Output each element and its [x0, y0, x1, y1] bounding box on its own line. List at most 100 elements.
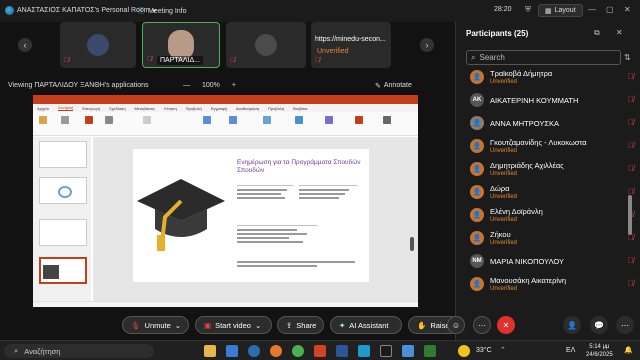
weather-icon: [458, 345, 470, 357]
language-indicator[interactable]: ΕΛ: [566, 347, 575, 354]
meeting-timer: 28:20: [494, 6, 512, 13]
participant-video-4[interactable]: https://minedu-secon... Unverified 🎙̸: [311, 22, 391, 68]
avatar: 👤: [470, 208, 484, 222]
app-icon[interactable]: [402, 345, 414, 357]
share-button[interactable]: ⇪ Share: [277, 316, 324, 334]
participants-icon[interactable]: 👤: [563, 316, 581, 334]
firefox-icon[interactable]: [270, 345, 282, 357]
muted-icon: 🎙̸: [628, 72, 634, 81]
unverified-label: Unverified: [490, 79, 518, 85]
powerpoint-icon[interactable]: [314, 345, 326, 357]
zoom-level: 100%: [202, 82, 220, 89]
previous-arrow-icon[interactable]: ‹: [18, 38, 32, 52]
reactions-icon[interactable]: ☺: [447, 316, 465, 334]
popout-icon[interactable]: ⧉: [594, 28, 600, 38]
participant-name: ΑΙΚΑΤΕΡΙΝΗ ΚΟΥΜΜΑΤΗ: [490, 96, 579, 105]
participants-scrollbar[interactable]: [628, 195, 632, 235]
weather-temp: 33°C: [476, 347, 492, 354]
participant-row[interactable]: 👤 ΑΝΝΑ ΜΗΤΡΟΥΣΚΑ 🎙̸: [470, 114, 634, 134]
participant-row[interactable]: 👤 Δημητριάδης Αχιλλέας Unverified 🎙̸: [470, 160, 634, 180]
participant-name: Τραϊκοβά Δήμητρα: [490, 69, 553, 78]
avatar: 👤: [470, 277, 484, 291]
participant-row[interactable]: 👤 Τραϊκοβά Δήμητρα Unverified 🎙̸: [470, 68, 634, 88]
meeting-info-button[interactable]: ⓘ Meeting Info: [138, 6, 187, 16]
participant-row[interactable]: ΑΚ ΑΙΚΑΤΕΡΙΝΗ ΚΟΥΜΜΑΤΗ 🎙̸: [470, 91, 634, 111]
participant-row[interactable]: 👤 Ζήκου Unverified 🎙̸: [470, 229, 634, 249]
webex-icon[interactable]: [358, 345, 370, 357]
start-video-button[interactable]: ▣ Start video ⌄: [195, 316, 272, 334]
store-icon[interactable]: [226, 345, 238, 357]
more-options-icon[interactable]: ···: [473, 316, 491, 334]
muted-icon: 🎙̸: [64, 57, 70, 64]
app-icon[interactable]: [380, 345, 392, 357]
slide-thumbnail[interactable]: [39, 219, 87, 246]
maximize-icon[interactable]: ▢: [606, 5, 614, 14]
slide-scrollbar[interactable]: [410, 237, 414, 251]
slide-thumbnail[interactable]: [39, 177, 87, 204]
close-icon[interactable]: ✕: [624, 5, 631, 14]
participant-row[interactable]: 👤 Γκουτζαμανίδης - Λυκοκωστα Unverified 🎙̸: [470, 137, 634, 157]
taskbar-search[interactable]: ⌕ Αναζήτηση: [4, 344, 154, 358]
edge-icon[interactable]: [248, 345, 260, 357]
participant-video-3[interactable]: 🎙̸: [226, 22, 306, 68]
more-panels-icon[interactable]: ⋯: [616, 316, 634, 334]
close-icon[interactable]: ✕: [616, 28, 623, 37]
participants-panel: Participants (25) ⧉ ✕ ⌕ Search ⇅ 👤 Τραϊκο…: [455, 22, 640, 360]
avatar: 👤: [470, 162, 484, 176]
slide-thumbnail[interactable]: [39, 141, 87, 168]
avatar: 👤: [470, 185, 484, 199]
current-slide: Ενημέρωση για τα Προγράμματα Σπουδών Σπο…: [133, 149, 369, 282]
ai-assistant-icon: ✦: [339, 320, 346, 330]
file-explorer-icon[interactable]: [204, 345, 216, 357]
chrome-icon[interactable]: [292, 345, 304, 357]
taskbar-clock[interactable]: 5:14 μμ 24/6/2025: [586, 343, 613, 359]
tray-chevron-icon[interactable]: ⌃: [500, 346, 506, 354]
participant-video-1[interactable]: 🎙̸: [60, 22, 136, 68]
zoom-in-button[interactable]: +: [232, 82, 236, 89]
pencil-icon: ✎: [375, 83, 381, 90]
annotate-label: Annotate: [383, 82, 412, 89]
video-person: [87, 34, 109, 56]
windows-taskbar: ⌕ Αναζήτηση 33°C ⌃ ΕΛ 5:14 μμ 24/6/2025 …: [0, 340, 640, 360]
next-arrow-icon[interactable]: ›: [420, 38, 434, 52]
avatar: 👤: [470, 116, 484, 130]
shield-icon: ⛨: [525, 5, 531, 14]
participants-search-input[interactable]: ⌕ Search: [466, 50, 621, 65]
clock-date: 24/6/2025: [586, 352, 613, 358]
leave-meeting-button[interactable]: ✕: [497, 316, 515, 334]
minimize-icon[interactable]: —: [588, 5, 596, 14]
muted-icon: 🎙̸: [147, 56, 153, 63]
notification-icon[interactable]: 🔔: [624, 346, 633, 354]
zoom-out-button[interactable]: —: [183, 82, 190, 89]
search-placeholder: Search: [479, 53, 505, 62]
avatar: 👤: [470, 70, 484, 84]
avatar: 👤: [470, 139, 484, 153]
unverified-label: Unverified: [490, 148, 518, 154]
participant-video-2[interactable]: ΠΑΡΤΑΛΙΔ... 🎙̸: [142, 22, 220, 68]
hand-icon: ✋: [417, 320, 427, 330]
sort-icon[interactable]: ⇅: [624, 53, 631, 62]
avatar: ΑΚ: [470, 93, 484, 107]
participant-row[interactable]: 👤 Δώρα Unverified 🎙̸: [470, 183, 634, 203]
participants-title: Participants (25): [466, 29, 529, 38]
unverified-label: Unverified: [490, 286, 518, 292]
personal-room[interactable]: ΑΝΑΣΤΑΣΙΟΣ ΚΑΠΑΤΟΣ's Personal Room ▾: [5, 6, 156, 15]
participant-row[interactable]: ΝΜ ΜΑΡΙΑ ΝΙΚΟΠΟΥΛΟΥ 🎙̸: [470, 252, 634, 272]
unverified-label: Unverified: [490, 217, 518, 223]
word-icon[interactable]: [336, 345, 348, 357]
chat-icon[interactable]: 💬: [590, 316, 608, 334]
ai-assistant-button[interactable]: ✦ AI Assistant: [330, 316, 402, 334]
app-icon[interactable]: [424, 345, 436, 357]
slide-footer-text: [237, 261, 362, 271]
unverified-label: Unverified: [317, 48, 349, 55]
shared-screen: Αρχείο Κεντρική Εισαγωγή Σχεδίαση Μεταβάσεις…: [33, 95, 418, 307]
start-video-label: Start video: [215, 320, 251, 330]
participant-row[interactable]: 👤 Μανουσάκη Αικατερίνη Unverified 🎙̸: [470, 275, 634, 295]
participant-row[interactable]: 👤Ελένη ΔοϊράνληUnverified🎙̸: [470, 206, 634, 226]
slide-thumbnail-selected[interactable]: [39, 257, 87, 284]
unmute-button[interactable]: 🎙 Unmute ⌄: [122, 316, 189, 334]
annotate-button[interactable]: ✎ Annotate: [375, 82, 412, 90]
clock-time: 5:14 μμ: [589, 344, 610, 350]
layout-button[interactable]: ▦ Layout: [538, 4, 583, 17]
zoom-controls: — 100% +: [183, 82, 236, 89]
